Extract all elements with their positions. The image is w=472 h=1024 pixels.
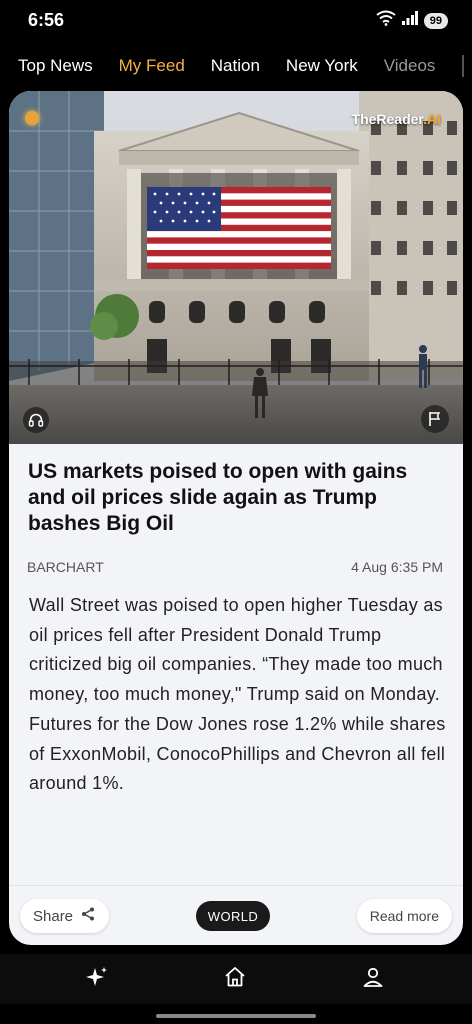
tab-top-news[interactable]: Top News xyxy=(18,56,93,76)
sparkle-icon xyxy=(85,965,109,994)
for-you-tab[interactable] xyxy=(84,966,110,992)
article-image[interactable]: TheReader.AI xyxy=(9,91,463,444)
thereader-watermark: TheReader.AI xyxy=(352,111,441,127)
profile-tab[interactable] xyxy=(360,966,386,992)
article-headline[interactable]: US markets poised to open with gains and… xyxy=(28,459,438,537)
tab-nation[interactable]: Nation xyxy=(211,56,260,76)
battery-icon: 99 xyxy=(423,12,448,29)
report-button[interactable] xyxy=(421,405,449,433)
article-timestamp: 4 Aug 6:35 PM xyxy=(351,559,443,575)
read-more-button[interactable]: Read more xyxy=(356,899,452,933)
headphones-icon xyxy=(28,412,44,428)
status-icons: 99 xyxy=(376,10,448,31)
share-button[interactable]: Share xyxy=(20,899,110,933)
share-icon xyxy=(81,907,95,925)
category-tabs: Top News My Feed Nation New York Videos xyxy=(0,48,472,84)
tab-videos[interactable]: Videos xyxy=(384,56,436,76)
nyse-building-illustration xyxy=(9,91,463,444)
watermark-ai-text: .AI xyxy=(423,111,441,127)
home-indicator[interactable] xyxy=(156,1014,316,1018)
tab-new-york[interactable]: New York xyxy=(286,56,358,76)
signal-icon xyxy=(401,11,418,30)
listen-button[interactable] xyxy=(23,407,49,433)
share-label: Share xyxy=(33,907,74,925)
status-bar: 6:56 99 xyxy=(0,0,472,40)
article-source[interactable]: BARCHART xyxy=(27,559,104,575)
article-meta: BARCHART 4 Aug 6:35 PM xyxy=(27,559,443,575)
status-time: 6:56 xyxy=(28,10,65,30)
tab-my-feed[interactable]: My Feed xyxy=(119,56,185,76)
tabs-overflow-indicator xyxy=(462,55,464,77)
category-badge[interactable]: WORLD xyxy=(196,901,270,931)
article-summary: Wall Street was poised to open higher Tu… xyxy=(29,595,446,794)
profile-icon xyxy=(361,965,385,994)
light-glare xyxy=(25,111,39,125)
bottom-nav xyxy=(0,954,472,1004)
article-card[interactable]: TheReader.AI US markets poised to open w… xyxy=(9,91,463,945)
flag-icon xyxy=(428,411,442,427)
home-tab[interactable] xyxy=(222,966,248,992)
watermark-text: TheReader xyxy=(351,111,424,127)
wifi-icon xyxy=(376,10,396,31)
tabs-fade xyxy=(432,48,472,84)
home-icon xyxy=(223,965,247,994)
card-footer: Share WORLD Read more xyxy=(9,885,463,945)
